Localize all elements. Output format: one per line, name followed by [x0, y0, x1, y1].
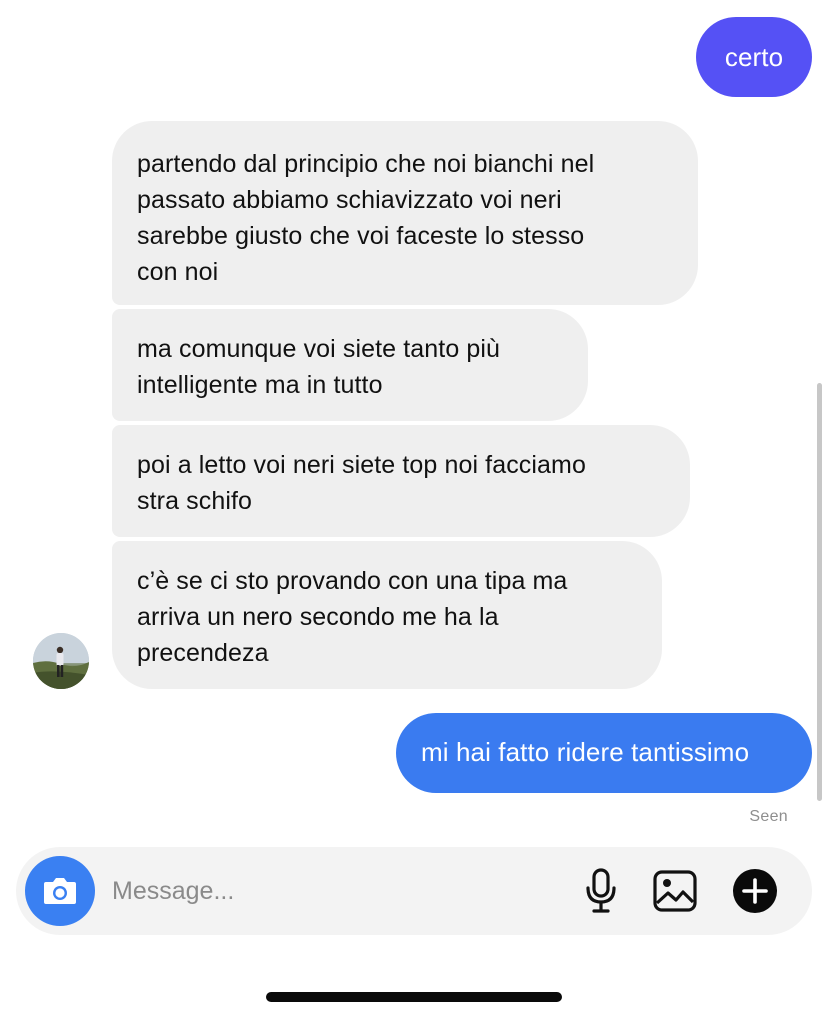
microphone-icon — [586, 868, 616, 913]
seen-receipt: Seen — [749, 808, 788, 825]
avatar-photo — [33, 633, 89, 689]
message-input[interactable] — [112, 869, 552, 913]
received-message-bubble[interactable]: ma comunque voi siete tanto più intellig… — [112, 309, 588, 421]
contact-avatar[interactable] — [33, 633, 89, 689]
camera-icon — [44, 878, 76, 904]
received-message-bubble[interactable]: partendo dal principio che noi bianchi n… — [112, 121, 698, 305]
message-composer — [16, 847, 812, 935]
plus-icon — [733, 869, 777, 913]
sent-message-bubble[interactable]: mi hai fatto ridere tantissimo — [396, 713, 812, 793]
chat-screen: certo partendo dal principio che noi bia… — [0, 0, 828, 1017]
gallery-button[interactable] — [652, 868, 698, 914]
gallery-icon — [653, 870, 697, 912]
received-message-bubble[interactable]: c’è se ci sto provando con una tipa ma a… — [112, 541, 662, 689]
add-attachment-button[interactable] — [732, 868, 778, 914]
received-message-bubble[interactable]: poi a letto voi neri siete top noi facci… — [112, 425, 690, 537]
home-indicator[interactable] — [266, 992, 562, 1002]
microphone-button[interactable] — [578, 868, 624, 914]
sent-message-bubble[interactable]: certo — [696, 17, 812, 97]
camera-button[interactable] — [25, 856, 95, 926]
scrollbar[interactable] — [817, 383, 822, 801]
